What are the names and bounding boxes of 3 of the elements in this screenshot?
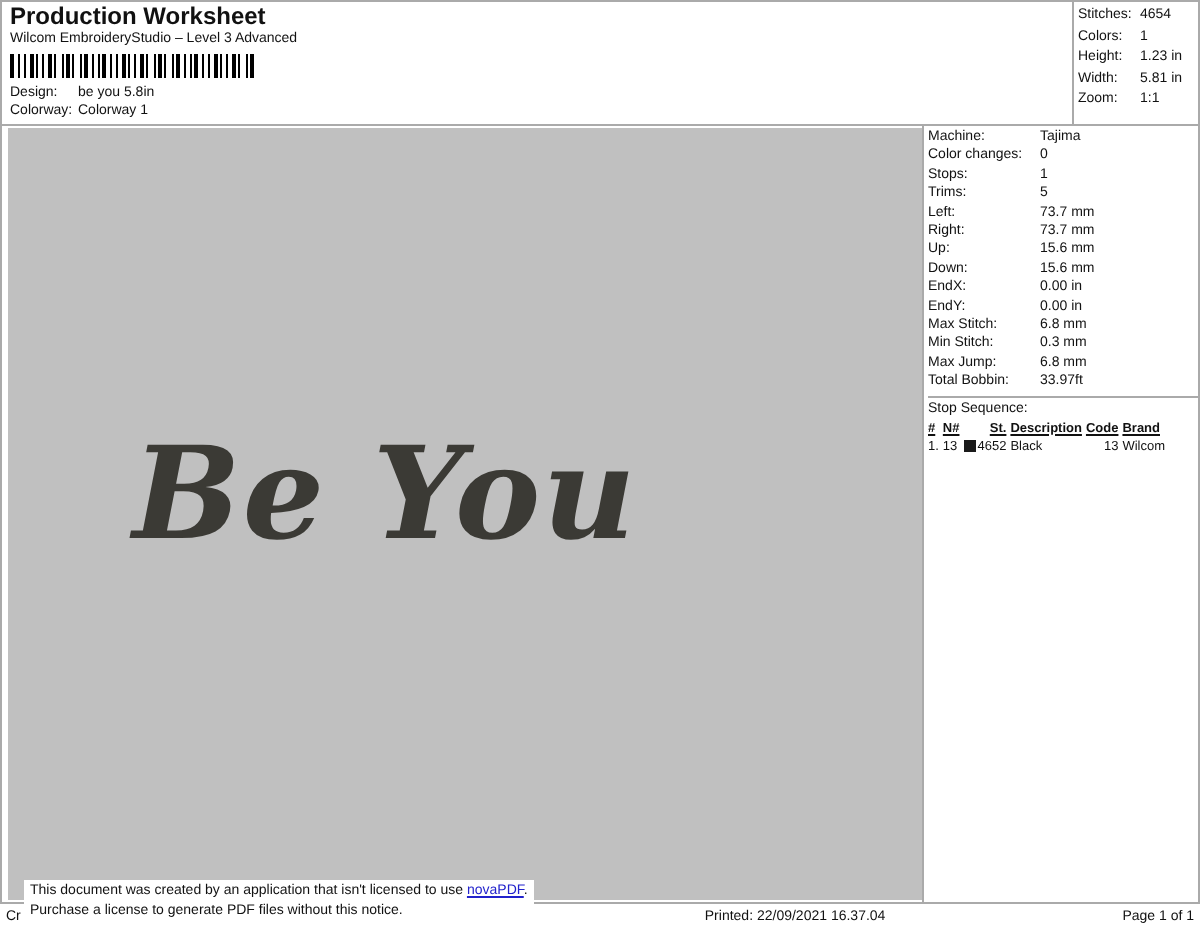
barcode-icon (10, 54, 256, 78)
worksheet-title: Production Worksheet (10, 4, 268, 30)
embroidery-design-text: Be You (132, 419, 638, 569)
